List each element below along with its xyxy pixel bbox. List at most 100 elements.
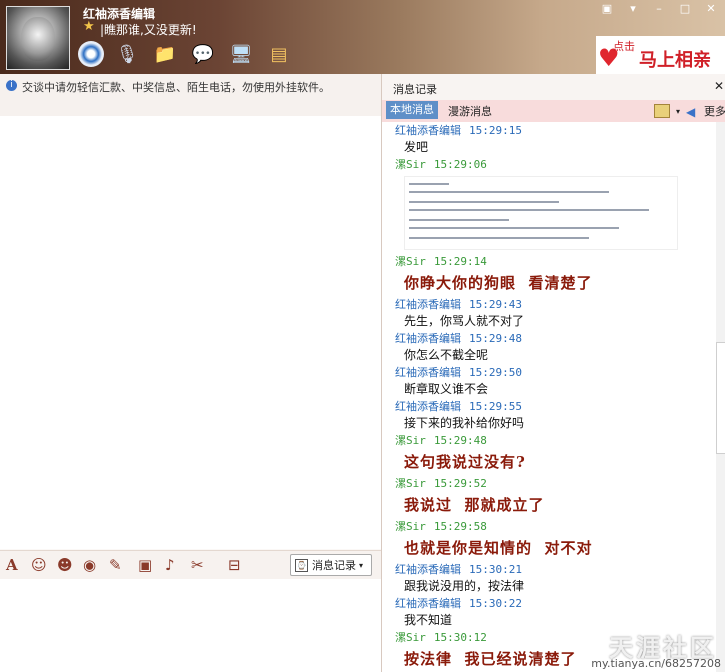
- message-time: 15:29:52: [433, 477, 487, 490]
- message-header: 红袖添香编辑 15:29:48: [382, 330, 716, 347]
- menu-icon[interactable]: ▾: [625, 2, 641, 15]
- notice-text: 交谈中请勿轻信汇款、中奖信息、陌生电话，勿使用外挂软件。: [22, 81, 330, 94]
- message-sender: 红袖添香编辑: [395, 124, 461, 137]
- message-item: 漯Sir 15:29:48 这句我说过没有?: [382, 432, 716, 475]
- message-item: 红袖添香编辑 15:29:48 你怎么不截全呢: [382, 330, 716, 364]
- magic-emoji-icon[interactable]: ☻: [57, 556, 73, 574]
- voice-call-icon[interactable]: 🎙: [112, 40, 142, 68]
- message-text: 我说过 那就成立了: [404, 496, 545, 514]
- image-icon[interactable]: ▣: [138, 556, 152, 574]
- message-item: 漯Sir 15:29:58 也就是你是知情的 对不对: [382, 518, 716, 561]
- file-transfer-icon[interactable]: 📁: [150, 40, 180, 68]
- message-item: 红袖添香编辑 15:29:43 先生，你骂人就不对了: [382, 296, 716, 330]
- shake-icon[interactable]: ◉: [83, 556, 96, 574]
- message-time: 15:29:55: [469, 400, 522, 413]
- ad-banner[interactable]: ♥ 点击 马上相亲: [596, 36, 725, 74]
- message-item: 红袖添香编辑 15:29:15 发吧: [382, 122, 716, 156]
- message-text: 这句我说过没有?: [404, 453, 526, 471]
- maximize-icon[interactable]: □: [677, 2, 693, 15]
- message-header: 漯Sir 15:29:14: [382, 253, 716, 270]
- speaker-icon[interactable]: ◀: [686, 105, 698, 119]
- scrollbar[interactable]: [716, 122, 725, 672]
- message-sender: 红袖添香编辑: [395, 332, 461, 345]
- chevron-down-icon[interactable]: ▾: [676, 107, 680, 116]
- message-time: 15:29:48: [469, 332, 522, 345]
- message-header: 漯Sir 15:29:58: [382, 518, 716, 535]
- export-icon[interactable]: [653, 104, 670, 118]
- scissors-icon[interactable]: ✂: [191, 556, 204, 574]
- watermark: 天涯社区 my.tianya.cn/68257208: [555, 630, 725, 672]
- message-text: 也就是你是知情的 对不对: [404, 539, 593, 557]
- message-text: 跟我说没用的，按法律: [404, 579, 525, 593]
- more-button[interactable]: 更多: [704, 103, 725, 119]
- tab-roaming-messages[interactable]: 漫游消息: [448, 103, 492, 119]
- history-panel: 消息记录 ✕ 本地消息 漫游消息 ▾ ◀ 更多 红袖添香编辑 15:29:15 发吧…: [381, 74, 725, 672]
- font-icon[interactable]: A: [6, 556, 18, 574]
- message-time: 15:29:06: [433, 158, 487, 171]
- watermark-url: my.tianya.cn/68257208: [591, 657, 721, 670]
- chat-pane: i 交谈中请勿轻信汇款、中奖信息、陌生电话，勿使用外挂软件。 A ☺ ☻ ◉ ✎…: [0, 74, 381, 672]
- message-text: 断章取义谁不会: [404, 382, 489, 396]
- message-sender: 漯Sir: [395, 158, 426, 171]
- message-sender: 红袖添香编辑: [395, 298, 461, 311]
- minimize-icon[interactable]: –: [651, 2, 667, 15]
- message-time: 15:29:14: [433, 255, 487, 268]
- message-header: 漯Sir 15:29:48: [382, 432, 716, 449]
- edit-icon[interactable]: ✎: [109, 556, 122, 574]
- history-title: 消息记录: [393, 83, 437, 96]
- message-text: 接下来的我补给你好吗: [404, 416, 525, 430]
- message-time: 15:30:21: [469, 563, 522, 576]
- screenshot-image[interactable]: [404, 176, 678, 250]
- message-header: 红袖添香编辑 15:29:50: [382, 364, 716, 381]
- history-icon: ⌚: [295, 558, 308, 572]
- message-header: 红袖添香编辑 15:29:43: [382, 296, 716, 313]
- message-sender: 漯Sir: [395, 631, 426, 644]
- message-header: 漯Sir 15:29:06: [382, 156, 716, 173]
- message-sender: 红袖添香编辑: [395, 563, 461, 576]
- message-text: 你怎么不截全呢: [404, 348, 489, 362]
- message-sender: 红袖添香编辑: [395, 597, 461, 610]
- remote-assist-icon[interactable]: 🖥: [226, 40, 256, 68]
- message-sender: 漯Sir: [395, 255, 426, 268]
- message-header: 红袖添香编辑 15:29:15: [382, 122, 716, 139]
- message-text: 你睁大你的狗眼 看清楚了: [404, 274, 593, 292]
- apps-icon[interactable]: ▤: [264, 40, 294, 68]
- close-window-icon[interactable]: ✕: [703, 2, 719, 15]
- message-list: 红袖添香编辑 15:29:15 发吧漯Sir 15:29:06 漯Sir 15:29:14…: [382, 122, 716, 672]
- message-sender: 红袖添香编辑: [395, 366, 461, 379]
- toolbox-icon[interactable]: ⊟: [228, 556, 241, 574]
- message-item: 红袖添香编辑 15:29:55 接下来的我补给你好吗: [382, 398, 716, 432]
- chat-toolbar: 🎙 📁 💬 🖥 ▤: [78, 40, 294, 68]
- history-tabs: 本地消息 漫游消息 ▾ ◀ 更多: [382, 100, 725, 122]
- message-input[interactable]: [0, 579, 381, 672]
- message-sender: 漯Sir: [395, 477, 426, 490]
- message-time: 15:29:58: [433, 520, 487, 533]
- chat-header: 红袖添香编辑 ★ |瞧那谁,又没更新! ▣ ▾ – □ ✕ 🎙 📁 💬 🖥 ▤ …: [0, 0, 725, 74]
- music-icon[interactable]: ♪: [165, 556, 175, 574]
- message-item: 红袖添香编辑 15:30:21 跟我说没用的，按法律: [382, 561, 716, 595]
- info-icon: i: [6, 80, 17, 91]
- group-chat-icon[interactable]: 💬: [188, 40, 218, 68]
- message-header: 红袖添香编辑 15:30:21: [382, 561, 716, 578]
- message-time: 15:29:48: [433, 434, 487, 447]
- message-text: 我不知道: [404, 613, 453, 627]
- notice-bar: i 交谈中请勿轻信汇款、中奖信息、陌生电话，勿使用外挂软件。: [0, 74, 381, 116]
- video-call-icon[interactable]: [78, 41, 104, 67]
- message-sender: 漯Sir: [395, 434, 426, 447]
- chevron-down-icon: ▾: [359, 560, 364, 570]
- message-text: 发吧: [404, 140, 429, 154]
- message-history-button[interactable]: ⌚ 消息记录 ▾: [290, 554, 372, 576]
- close-icon[interactable]: ✕: [714, 79, 724, 93]
- message-item: 漯Sir 15:29:14 你睁大你的狗眼 看清楚了: [382, 253, 716, 296]
- contact-avatar[interactable]: [6, 6, 70, 70]
- scrollbar-thumb[interactable]: [716, 342, 725, 454]
- tab-local-messages[interactable]: 本地消息: [386, 101, 438, 119]
- message-display-area[interactable]: [0, 116, 381, 549]
- emoji-icon[interactable]: ☺: [31, 556, 47, 574]
- message-sender: 漯Sir: [395, 520, 426, 533]
- skin-icon[interactable]: ▣: [599, 2, 615, 15]
- message-text: 先生，你骂人就不对了: [404, 314, 525, 328]
- history-label: 消息记录: [312, 559, 356, 572]
- message-time: 15:29:15: [469, 124, 522, 137]
- input-toolbar: A ☺ ☻ ◉ ✎ ▣ ♪ ✂ ⊟ ⌚ 消息记录 ▾: [0, 550, 381, 580]
